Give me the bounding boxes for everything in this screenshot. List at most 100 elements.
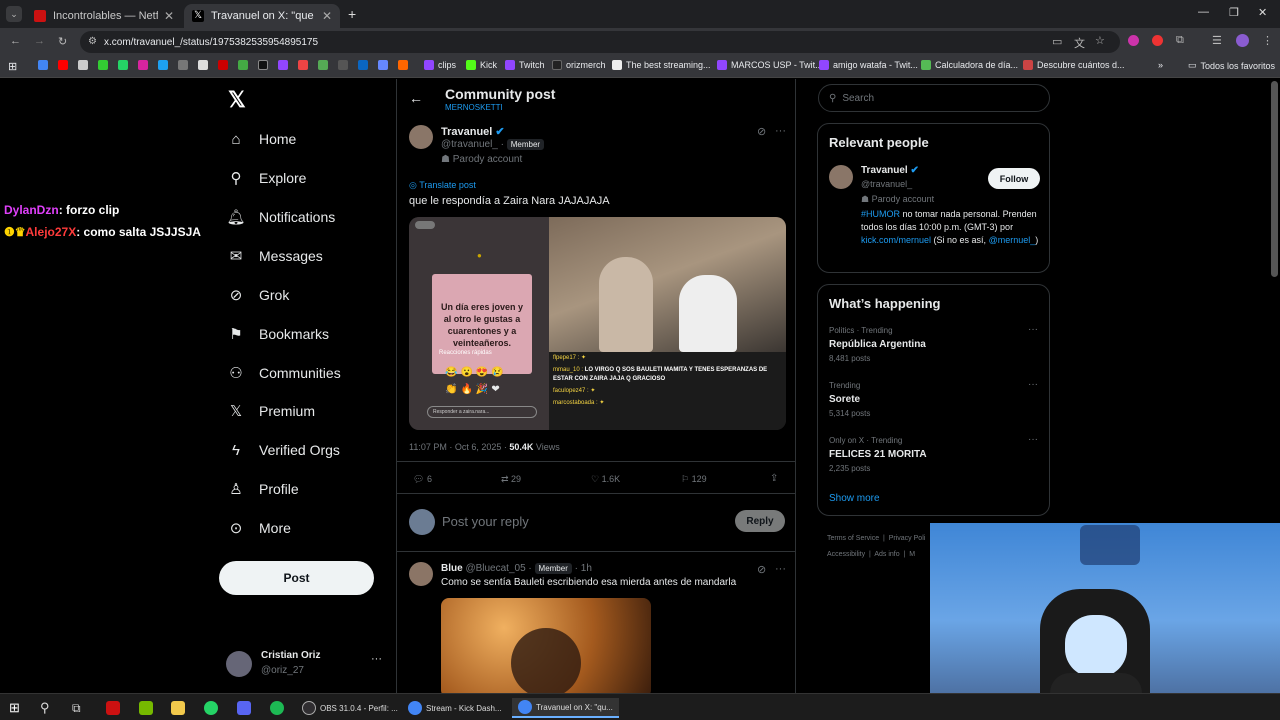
reload-icon[interactable]: ↻ (58, 35, 67, 48)
nav-grok[interactable]: ⊘ Grok (218, 276, 290, 314)
avatar[interactable] (409, 125, 433, 149)
x-logo-icon[interactable]: 𝕏 (228, 87, 246, 113)
footer-link[interactable]: M (909, 551, 915, 558)
bookmark-streaming[interactable]: The best streaming... (612, 60, 711, 70)
screen-cast-icon[interactable]: ▭ (1052, 35, 1062, 48)
bookmark-all-folders[interactable]: ▭ Todos los favoritos (1188, 60, 1275, 71)
nav-profile[interactable]: ♙ Profile (218, 470, 298, 508)
translate-post-link[interactable]: ◎ Translate post (409, 180, 476, 191)
google-icon[interactable] (38, 60, 48, 70)
grok-icon[interactable]: ⊘ (757, 563, 766, 576)
footer-link[interactable]: Privacy Poli (889, 535, 926, 542)
bookmark-marcos[interactable]: MARCOS USP - Twit... (717, 60, 823, 70)
bookmark-favicon[interactable] (278, 60, 288, 70)
spotify-taskbar-icon[interactable] (270, 698, 288, 718)
bookmark-kick[interactable]: Kick (466, 60, 497, 70)
more-dots-icon[interactable]: ··· (775, 125, 786, 137)
explorer-taskbar-icon[interactable] (171, 698, 189, 718)
bookmark-orizmerch[interactable]: orizmerch (552, 60, 606, 70)
follow-button[interactable]: Follow (988, 168, 1040, 189)
bookmark-action[interactable]: ⚐ 129 (681, 474, 707, 485)
reading-list-icon[interactable]: ☰ (1212, 34, 1222, 47)
post-button[interactable]: Post (219, 561, 374, 595)
back-icon[interactable]: ← (10, 35, 21, 47)
trend-item[interactable]: Trending Sorete 5,314 posts ··· (818, 379, 1049, 429)
comment-image[interactable] (441, 598, 651, 693)
grok-icon[interactable]: ⊘ (757, 125, 766, 138)
bookmark-favicon[interactable] (298, 60, 308, 70)
minimize-icon[interactable]: — (1198, 6, 1209, 18)
bookmark-amigo[interactable]: amigo watafa - Twit... (819, 60, 918, 70)
bookmarks-overflow-icon[interactable]: » (1158, 60, 1163, 70)
nav-communities[interactable]: ⚇ Communities (218, 354, 340, 392)
nav-home[interactable]: ⌂ Home (218, 120, 296, 158)
extension-icon[interactable] (1152, 35, 1163, 46)
extension-icon[interactable] (1128, 35, 1139, 46)
close-tab-icon[interactable]: ✕ (322, 9, 332, 23)
restore-icon[interactable]: ❐ (1229, 6, 1239, 19)
nav-notifications[interactable]: 🔔︎ Notifications (218, 198, 335, 236)
nav-premium[interactable]: 𝕏 Premium (218, 392, 315, 430)
taskbar-obs[interactable]: OBS 31.0.4 - Perfil: ... (302, 698, 398, 718)
search-input[interactable]: ⚲ Search (818, 84, 1050, 112)
nav-more[interactable]: ⊙ More (218, 509, 291, 547)
windows-start-icon[interactable]: ⊞ (9, 698, 20, 718)
share-icon[interactable]: ⇪ (770, 473, 778, 484)
avatar[interactable] (409, 562, 433, 586)
apps-grid-icon[interactable]: ⊞ (8, 60, 17, 73)
bookmark-favicon[interactable] (378, 60, 388, 70)
bookmark-clips[interactable]: clips (424, 60, 456, 70)
taskbar-kick[interactable]: Stream - Kick Dash... (408, 698, 502, 718)
footer-link[interactable]: Accessibility (827, 551, 865, 558)
footer-link[interactable]: Terms of Service (827, 535, 879, 542)
bookmark-favicon[interactable] (358, 60, 368, 70)
bookmark-favicon[interactable] (398, 60, 408, 70)
tab-x-post[interactable]: 𝕏 Travanuel on X: "que le resp ✕ (184, 4, 340, 28)
instagram-icon[interactable] (138, 60, 148, 70)
tiktok-icon[interactable] (258, 60, 268, 70)
bookmark-favicon[interactable] (318, 60, 328, 70)
close-window-icon[interactable]: ✕ (1258, 6, 1267, 19)
profile-avatar-icon[interactable] (1236, 34, 1249, 47)
page-scrollbar[interactable] (1271, 81, 1278, 277)
netflix-taskbar-icon[interactable] (106, 698, 124, 718)
reply-action[interactable]: 💬︎ 6 (413, 474, 432, 485)
tab-netflix[interactable]: Incontrolables — Netflix ✕ (26, 4, 182, 28)
nav-explore[interactable]: ⚲ Explore (218, 159, 307, 197)
more-dots-icon[interactable]: ··· (1028, 379, 1038, 390)
account-switcher[interactable]: Cristian Oriz @oriz_27 ··· (226, 649, 386, 681)
person-name[interactable]: Travanuel ✔ (861, 165, 919, 176)
trend-item[interactable]: Only on X · Trending FELICES 21 MORITA 2… (818, 434, 1049, 484)
footer-link[interactable]: Ads info (874, 551, 899, 558)
bookmark-favicon[interactable] (338, 60, 348, 70)
more-dots-icon[interactable]: ··· (775, 563, 786, 575)
whatsapp-taskbar-icon[interactable] (204, 698, 222, 718)
nav-bookmarks[interactable]: ⚑ Bookmarks (218, 315, 329, 353)
bookmark-descubre[interactable]: Descubre cuántos d... (1023, 60, 1125, 70)
post-image[interactable]: ● Un día eres joven y al otro le gustas … (409, 217, 786, 430)
more-dots-icon[interactable]: ··· (1028, 324, 1038, 335)
tab-search-icon[interactable]: ⌄ (6, 6, 22, 22)
bookmark-favicon[interactable] (218, 60, 228, 70)
close-tab-icon[interactable]: ✕ (164, 9, 174, 23)
more-dots-icon[interactable]: ··· (371, 653, 382, 665)
nav-verified-orgs[interactable]: ϟ Verified Orgs (218, 431, 340, 469)
nav-messages[interactable]: ✉ Messages (218, 237, 323, 275)
bookmark-favicon[interactable] (158, 60, 168, 70)
post-author[interactable]: Travanuel ✔ (441, 125, 505, 138)
menu-kebab-icon[interactable]: ⋮ (1262, 34, 1273, 47)
bookmark-favicon[interactable] (198, 60, 208, 70)
show-more-link[interactable]: Show more (829, 493, 880, 504)
avatar[interactable] (829, 165, 853, 189)
like-action[interactable]: ♡ 1.6K (591, 474, 620, 485)
bookmark-star-icon[interactable]: ☆ (1095, 34, 1105, 47)
extensions-puzzle-icon[interactable]: ⧉ (1176, 34, 1184, 47)
more-dots-icon[interactable]: ··· (1028, 434, 1038, 445)
task-view-icon[interactable]: ⧉ (72, 698, 81, 718)
url-input[interactable]: ⚙ x.com/travanuel_/status/19753825359548… (80, 31, 1120, 53)
bookmark-calculadora[interactable]: Calculadora de día... (921, 60, 1018, 70)
taskbar-x-post[interactable]: Travanuel on X: "qu... (512, 698, 619, 718)
youtube-icon[interactable] (58, 60, 68, 70)
forward-icon[interactable]: → (34, 35, 45, 47)
site-info-icon[interactable]: ⚙ (88, 36, 97, 47)
